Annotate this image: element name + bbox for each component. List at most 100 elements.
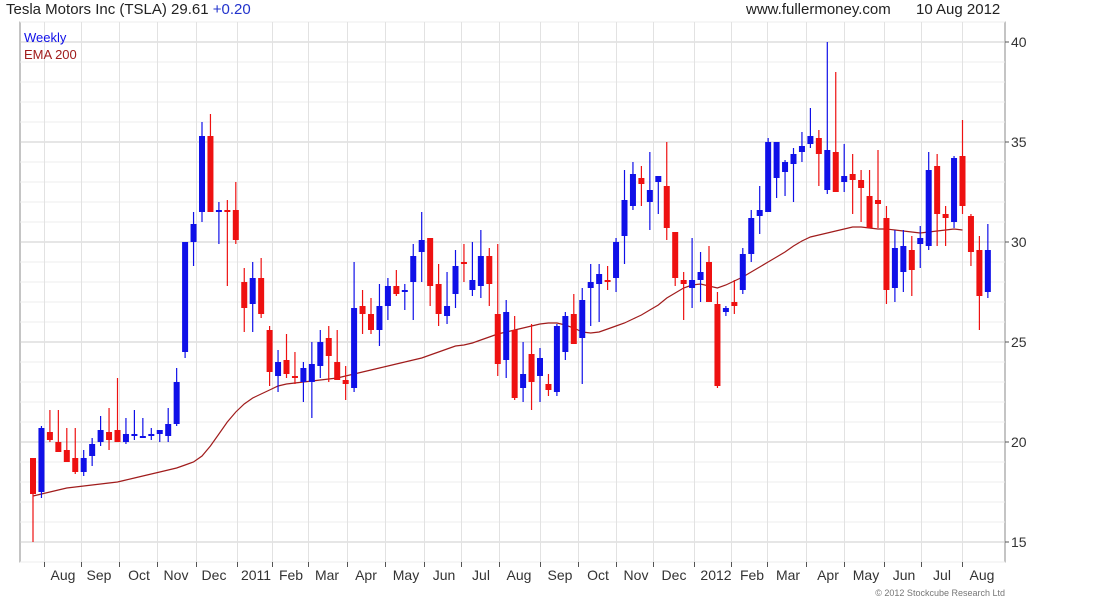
x-tick-label: Aug (507, 567, 532, 583)
candle-body (672, 232, 679, 278)
candle-body (486, 256, 493, 284)
candle-body (680, 280, 687, 284)
candle-body (376, 306, 383, 330)
x-tick-label: Dec (662, 567, 687, 583)
candle-body (638, 178, 645, 184)
candle-body (435, 284, 442, 314)
candle-body (967, 216, 974, 252)
x-tick-label: Aug (51, 567, 76, 583)
y-tick-label: 20 (1011, 434, 1027, 450)
candle-body (503, 312, 510, 360)
candle-body (773, 142, 780, 178)
candle-body (824, 150, 831, 190)
candle-body (655, 176, 662, 182)
candle-body (841, 176, 848, 182)
candle-body (452, 266, 459, 294)
candle-body (359, 306, 366, 314)
x-tick-label: Mar (315, 567, 339, 583)
candle-body (241, 282, 248, 308)
candle-body (908, 250, 915, 270)
candle-body (866, 196, 873, 228)
candle-body (706, 262, 712, 302)
candle-body (46, 432, 53, 440)
y-tick-label: 30 (1011, 234, 1027, 250)
candle-body (334, 362, 341, 380)
candle-body (139, 436, 146, 438)
candle-body (562, 316, 569, 352)
candle-body (165, 424, 172, 436)
candle-body (579, 300, 586, 338)
candle-body (291, 376, 298, 378)
candle-body (520, 374, 527, 388)
x-tick-label: Mar (776, 567, 800, 583)
candle-body (258, 278, 265, 314)
candle-body (553, 326, 560, 392)
candle-body (832, 152, 839, 192)
candle-body (384, 286, 391, 306)
y-tick-label: 25 (1011, 334, 1027, 350)
candle-body (900, 246, 907, 272)
candle-body (106, 432, 113, 440)
candle-body (249, 278, 256, 304)
candle-body (266, 330, 273, 372)
candle-body (342, 380, 349, 384)
candle-body (976, 250, 983, 296)
candle-body (613, 242, 620, 278)
candle-body (80, 458, 87, 472)
candle-body (849, 174, 856, 180)
candle-body (756, 210, 763, 216)
candle-body (714, 304, 721, 386)
x-tick-label: Aug (970, 567, 995, 583)
candle-body (418, 240, 425, 252)
candle-body (528, 354, 535, 382)
x-tick-label: Jul (933, 567, 951, 583)
x-tick-label: May (393, 567, 419, 583)
candle-body (444, 306, 451, 316)
candle-body (182, 242, 189, 352)
candle-body (156, 430, 163, 434)
candle-body (148, 434, 155, 436)
candle-body (300, 368, 307, 382)
y-tick-label: 35 (1011, 134, 1027, 150)
y-tick-label: 15 (1011, 534, 1027, 550)
candle-body (739, 254, 746, 290)
candle-body (55, 442, 62, 452)
candle-body (951, 158, 958, 222)
candle-body (215, 210, 222, 212)
candle-body (891, 248, 898, 288)
x-tick-label: Feb (740, 567, 764, 583)
x-tick-label: Jul (472, 567, 490, 583)
candle-body (469, 280, 476, 290)
candle-body (807, 136, 814, 144)
candle-body (122, 434, 129, 442)
candle-body (697, 272, 704, 280)
y-axis: 15 20 25 30 35 40 (1005, 34, 1027, 550)
candlestick-chart: 15 20 25 30 35 40 Aug Sep Oct Nov Dec 2011 Feb Mar Ap… (19, 21, 1027, 598)
x-tick-label: May (853, 567, 879, 583)
candle-body (63, 450, 70, 462)
candle-body (89, 444, 96, 456)
candle-body (114, 430, 121, 442)
candle-body (97, 430, 104, 442)
candle-body (427, 238, 434, 286)
candle-body (570, 314, 577, 344)
candle-body (875, 200, 881, 204)
legend-ema: EMA 200 (24, 47, 77, 62)
x-tick-label: Sep (87, 567, 112, 583)
candle-body (925, 170, 932, 246)
candle-body (663, 186, 670, 228)
candle-body (934, 166, 941, 214)
x-axis: Aug Sep Oct Nov Dec 2011 Feb Mar Apr May Jun Jul Aug… (44, 562, 995, 583)
candle-body (815, 138, 822, 154)
x-tick-label: Jun (433, 567, 456, 583)
candle-body (393, 286, 400, 294)
copyright: © 2012 Stockcube Research Ltd (875, 588, 1005, 598)
candle-body (629, 174, 636, 206)
candle-body (984, 250, 991, 292)
candle-body (232, 210, 239, 240)
candle-body (917, 238, 924, 244)
candle-body (317, 342, 324, 366)
candle-body (190, 224, 197, 242)
candle-body (275, 362, 282, 376)
x-tick-label: Jun (893, 567, 916, 583)
